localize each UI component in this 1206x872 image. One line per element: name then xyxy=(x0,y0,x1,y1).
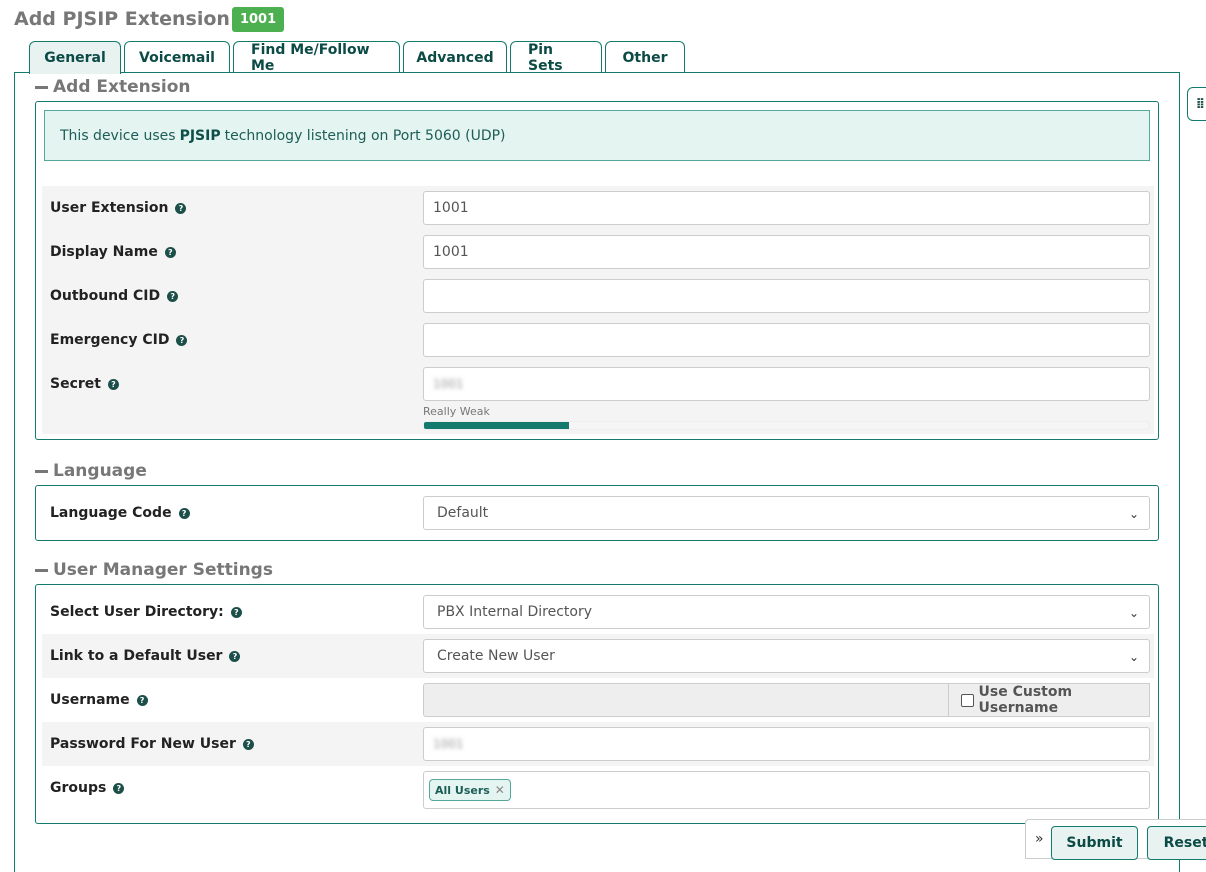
double-chevron-right-icon[interactable]: » xyxy=(1035,831,1044,847)
help-icon[interactable]: ? xyxy=(107,378,119,390)
display-name-input[interactable]: 1001 xyxy=(423,235,1150,269)
user-directory-select[interactable]: PBX Internal Directory ⌄ xyxy=(423,595,1150,629)
groups-multiselect[interactable]: All Users ✕ xyxy=(423,771,1150,809)
use-custom-username-toggle[interactable]: Use Custom Username xyxy=(948,683,1150,717)
language-code-row: Language Code? Default ⌄ xyxy=(42,491,1154,535)
user-extension-input[interactable]: 1001 xyxy=(423,191,1150,225)
language-code-select[interactable]: Default ⌄ xyxy=(423,496,1150,530)
username-input[interactable] xyxy=(423,683,949,717)
user-extension-label: User Extension xyxy=(50,200,169,216)
chevron-down-icon: ⌄ xyxy=(1129,507,1140,521)
help-icon[interactable]: ? xyxy=(242,738,254,750)
tab-advanced[interactable]: Advanced xyxy=(403,41,507,73)
remove-tag-icon[interactable]: ✕ xyxy=(495,783,505,797)
help-icon[interactable]: ? xyxy=(113,782,125,794)
username-label: Username xyxy=(50,692,130,708)
password-strength-label: Really Weak xyxy=(423,405,490,418)
outbound-cid-row: Outbound CID? xyxy=(42,274,1154,318)
language-heading[interactable]: Language xyxy=(35,460,147,482)
display-name-label: Display Name xyxy=(50,244,158,260)
help-icon[interactable]: ? xyxy=(164,246,176,258)
emergency-cid-row: Emergency CID? xyxy=(42,318,1154,362)
reset-button[interactable]: Reset xyxy=(1147,826,1206,860)
tab-pin-sets[interactable]: Pin Sets xyxy=(510,41,602,74)
add-extension-heading[interactable]: Add Extension xyxy=(35,76,190,98)
language-code-label: Language Code xyxy=(50,505,172,521)
page-title-text: Add PJSIP Extension xyxy=(14,8,230,30)
page-title: Add PJSIP Extension 1001 xyxy=(14,5,285,33)
action-bar: » Submit Reset xyxy=(1025,819,1206,860)
help-icon[interactable]: ? xyxy=(230,606,242,618)
user-extension-row: User Extension? 1001 xyxy=(42,186,1154,230)
submit-button[interactable]: Submit xyxy=(1051,826,1138,860)
chevron-down-icon: ⌄ xyxy=(1129,650,1140,664)
collapse-icon xyxy=(35,568,48,572)
default-user-label: Link to a Default User xyxy=(50,648,223,664)
help-icon[interactable]: ? xyxy=(136,694,148,706)
user-manager-heading[interactable]: User Manager Settings xyxy=(35,559,273,581)
tab-find-me-follow-me[interactable]: Find Me/Follow Me xyxy=(233,41,400,74)
new-user-password-label: Password For New User xyxy=(50,736,236,752)
display-name-row: Display Name? 1001 xyxy=(42,230,1154,274)
default-user-select[interactable]: Create New User ⌄ xyxy=(423,639,1150,673)
new-user-password-row: Password For New User? 1001 xyxy=(42,722,1154,766)
extension-badge: 1001 xyxy=(231,6,285,32)
password-strength-bar xyxy=(423,421,1150,430)
new-user-password-value: 1001 xyxy=(433,737,464,751)
tech-info-alert: This device uses PJSIP technology listen… xyxy=(44,110,1150,161)
default-user-row: Link to a Default User? Create New User … xyxy=(42,634,1154,678)
secret-value: 1001 xyxy=(433,377,464,391)
collapse-icon xyxy=(35,85,48,89)
grip-icon: ⁞⁞ xyxy=(1196,96,1205,112)
emergency-cid-input[interactable] xyxy=(423,323,1150,357)
use-custom-username-checkbox[interactable] xyxy=(961,693,974,707)
side-panel-handle[interactable]: ⁞⁞ xyxy=(1187,87,1206,121)
user-directory-label: Select User Directory: xyxy=(50,604,224,620)
secret-input[interactable]: 1001 xyxy=(423,367,1150,401)
user-directory-row: Select User Directory:? PBX Internal Dir… xyxy=(42,590,1154,634)
new-user-password-input[interactable]: 1001 xyxy=(423,727,1150,761)
tab-other[interactable]: Other xyxy=(605,41,685,73)
tab-bar: General Voicemail Find Me/Follow Me Adva… xyxy=(29,41,688,74)
help-icon[interactable]: ? xyxy=(178,507,190,519)
outbound-cid-label: Outbound CID xyxy=(50,288,161,304)
help-icon[interactable]: ? xyxy=(167,290,179,302)
tab-general[interactable]: General xyxy=(29,41,121,74)
password-strength-fill xyxy=(424,422,569,429)
outbound-cid-input[interactable] xyxy=(423,279,1150,313)
emergency-cid-label: Emergency CID xyxy=(50,332,170,348)
groups-label: Groups xyxy=(50,780,107,796)
help-icon[interactable]: ? xyxy=(175,202,187,214)
help-icon[interactable]: ? xyxy=(176,334,188,346)
collapse-icon xyxy=(35,469,48,473)
chevron-down-icon: ⌄ xyxy=(1129,606,1140,620)
tab-voicemail[interactable]: Voicemail xyxy=(124,41,230,73)
group-tag: All Users ✕ xyxy=(429,779,511,801)
secret-label: Secret xyxy=(50,376,101,392)
groups-row: Groups? All Users ✕ xyxy=(42,766,1154,810)
help-icon[interactable]: ? xyxy=(229,650,241,662)
